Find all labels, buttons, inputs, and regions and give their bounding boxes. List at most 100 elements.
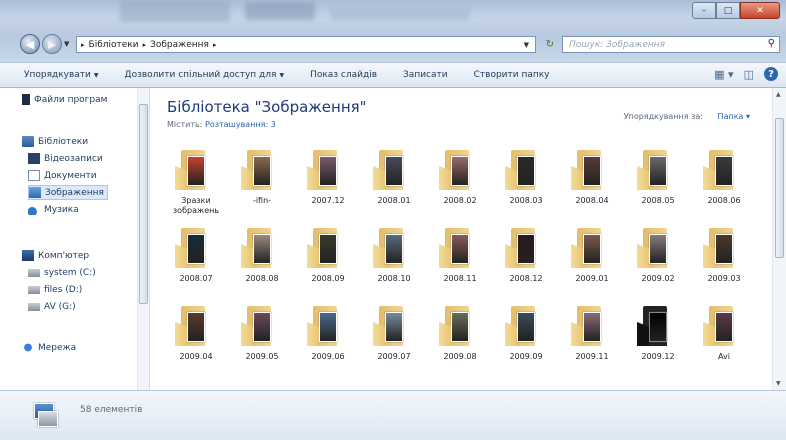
folder-label: Зразки зображень: [172, 196, 220, 215]
folder-item[interactable]: 2008.11: [429, 222, 491, 294]
folder-label: 2007.12: [311, 196, 345, 205]
maximize-button[interactable]: □: [716, 2, 740, 19]
folder-icon: [439, 148, 479, 190]
sidebar-item-drive-c[interactable]: system (C:): [28, 265, 96, 280]
burn-button[interactable]: Записати: [403, 70, 448, 80]
folder-item[interactable]: 2009.03: [693, 222, 755, 294]
content-scrollbar[interactable]: ▲ ▼: [772, 88, 786, 390]
folder-label: 2009.11: [575, 352, 609, 361]
folder-thumbnail: [583, 312, 601, 342]
folder-item[interactable]: Avi: [693, 300, 755, 372]
title-bar: – □ ✕ ◀ ▶ ▼ ▸ Бібліотеки ▸ Зображення ▸ …: [0, 0, 786, 62]
change-view-icon[interactable]: ▦ ▾: [714, 68, 733, 81]
locations-link[interactable]: Розташування: 3: [205, 120, 276, 129]
folder-item[interactable]: 2009.11: [561, 300, 623, 372]
nav-scroll-thumb[interactable]: [139, 104, 148, 304]
folder-thumbnail: [319, 156, 337, 186]
close-button[interactable]: ✕: [740, 2, 780, 19]
folder-item[interactable]: 2008.04: [561, 144, 623, 216]
organize-button[interactable]: Упорядкувати ▼: [24, 70, 99, 80]
chevron-down-icon: ▼: [279, 72, 285, 79]
scroll-up-icon[interactable]: ▲: [776, 91, 781, 98]
folder-thumbnail: [715, 234, 733, 264]
folder-label: Avi: [718, 352, 730, 361]
sidebar-item-drive-g[interactable]: AV (G:): [28, 299, 76, 314]
folder-label: 2009.07: [377, 352, 411, 361]
folder-item[interactable]: 2008.07: [165, 222, 227, 294]
search-icon[interactable]: ⚲: [768, 38, 775, 49]
folder-item[interactable]: 2009.08: [429, 300, 491, 372]
folder-item[interactable]: Зразки зображень: [165, 144, 227, 216]
folder-item[interactable]: 2008.10: [363, 222, 425, 294]
folder-item[interactable]: 2007.12: [297, 144, 359, 216]
sidebar-item-documents[interactable]: Документи: [28, 168, 97, 183]
recent-pages-chevron-icon[interactable]: ▼: [64, 40, 69, 48]
folder-item[interactable]: -ifin-: [231, 144, 293, 216]
forward-button[interactable]: ▶: [42, 34, 62, 54]
item-count: 58 елементів: [80, 405, 143, 415]
sidebar-item-pictures[interactable]: Зображення: [28, 185, 108, 200]
sidebar-item-computer[interactable]: Комп'ютер: [22, 248, 89, 263]
arrange-by-dropdown[interactable]: Папка ▾: [718, 112, 750, 121]
folder-thumbnail: [451, 156, 469, 186]
sidebar-item-label: Зображення: [45, 187, 104, 198]
search-input[interactable]: Пошук: Зображення ⚲: [562, 36, 780, 53]
folder-item[interactable]: 2008.02: [429, 144, 491, 216]
folder-item[interactable]: 2009.09: [495, 300, 557, 372]
folder-thumbnail: [187, 234, 205, 264]
folder-item[interactable]: 2009.07: [363, 300, 425, 372]
address-bar[interactable]: ▸ Бібліотеки ▸ Зображення ▸ ▼: [76, 36, 536, 53]
folder-thumbnail: [187, 156, 205, 186]
folder-item[interactable]: 2009.06: [297, 300, 359, 372]
folder-item[interactable]: 2008.12: [495, 222, 557, 294]
folder-item[interactable]: 2008.03: [495, 144, 557, 216]
refresh-icon[interactable]: ↻: [541, 37, 559, 52]
folder-icon: [175, 148, 215, 190]
folder-item[interactable]: 2008.05: [627, 144, 689, 216]
folder-item[interactable]: 2009.02: [627, 222, 689, 294]
explorer-window: – □ ✕ ◀ ▶ ▼ ▸ Бібліотеки ▸ Зображення ▸ …: [0, 0, 786, 440]
sidebar-item-network[interactable]: Мережа: [22, 340, 76, 355]
preview-pane-icon[interactable]: ◫: [744, 68, 754, 81]
breadcrumb-libraries[interactable]: Бібліотеки: [89, 40, 139, 50]
folder-thumbnail: [715, 312, 733, 342]
folder-item[interactable]: 2008.06: [693, 144, 755, 216]
folder-icon: ▸: [81, 40, 85, 49]
folder-item[interactable]: 2008.09: [297, 222, 359, 294]
sidebar-item-videos[interactable]: Відеозаписи: [28, 151, 103, 166]
folder-label: 2008.07: [179, 274, 213, 283]
folder-item[interactable]: 2008.01: [363, 144, 425, 216]
content-scroll-thumb[interactable]: [775, 118, 784, 258]
folder-thumbnail: [649, 312, 667, 342]
back-button[interactable]: ◀: [20, 34, 40, 54]
scroll-down-icon[interactable]: ▼: [776, 380, 781, 387]
sidebar-item-music[interactable]: Музика: [28, 202, 79, 217]
folder-label: 2009.06: [311, 352, 345, 361]
file-list: Бібліотека "Зображення" Містить: Розташу…: [151, 88, 786, 390]
slideshow-button[interactable]: Показ слайдів: [310, 70, 377, 80]
help-icon[interactable]: ?: [764, 67, 778, 81]
folder-thumbnail: [319, 234, 337, 264]
folder-thumbnail: [385, 156, 403, 186]
breadcrumb-pictures[interactable]: Зображення: [150, 40, 209, 50]
folder-item[interactable]: 2008.08: [231, 222, 293, 294]
address-dropdown-icon[interactable]: ▼: [524, 41, 529, 49]
folder-item[interactable]: 2009.01: [561, 222, 623, 294]
sidebar-item-libraries[interactable]: Бібліотеки: [22, 134, 88, 149]
new-folder-button[interactable]: Створити папку: [474, 70, 550, 80]
sidebar-item-program-files[interactable]: Файли програм: [22, 92, 107, 107]
folder-item[interactable]: 2009.05: [231, 300, 293, 372]
sidebar-item-drive-d[interactable]: files (D:): [28, 282, 82, 297]
nav-scrollbar[interactable]: [137, 88, 149, 390]
folder-thumbnail: [253, 156, 271, 186]
search-placeholder: Пошук: Зображення: [569, 39, 666, 50]
folder-item[interactable]: 2009.12: [627, 300, 689, 372]
breadcrumb-separator-icon[interactable]: ▸: [213, 41, 217, 49]
share-with-button[interactable]: Дозволити спільний доступ для ▼: [125, 70, 285, 80]
folder-label: 2008.03: [509, 196, 543, 205]
folder-thumbnail: [517, 234, 535, 264]
folder-item[interactable]: 2009.04: [165, 300, 227, 372]
computer-icon: [22, 250, 34, 261]
minimize-button[interactable]: –: [692, 2, 716, 19]
breadcrumb-separator-icon[interactable]: ▸: [143, 41, 147, 49]
